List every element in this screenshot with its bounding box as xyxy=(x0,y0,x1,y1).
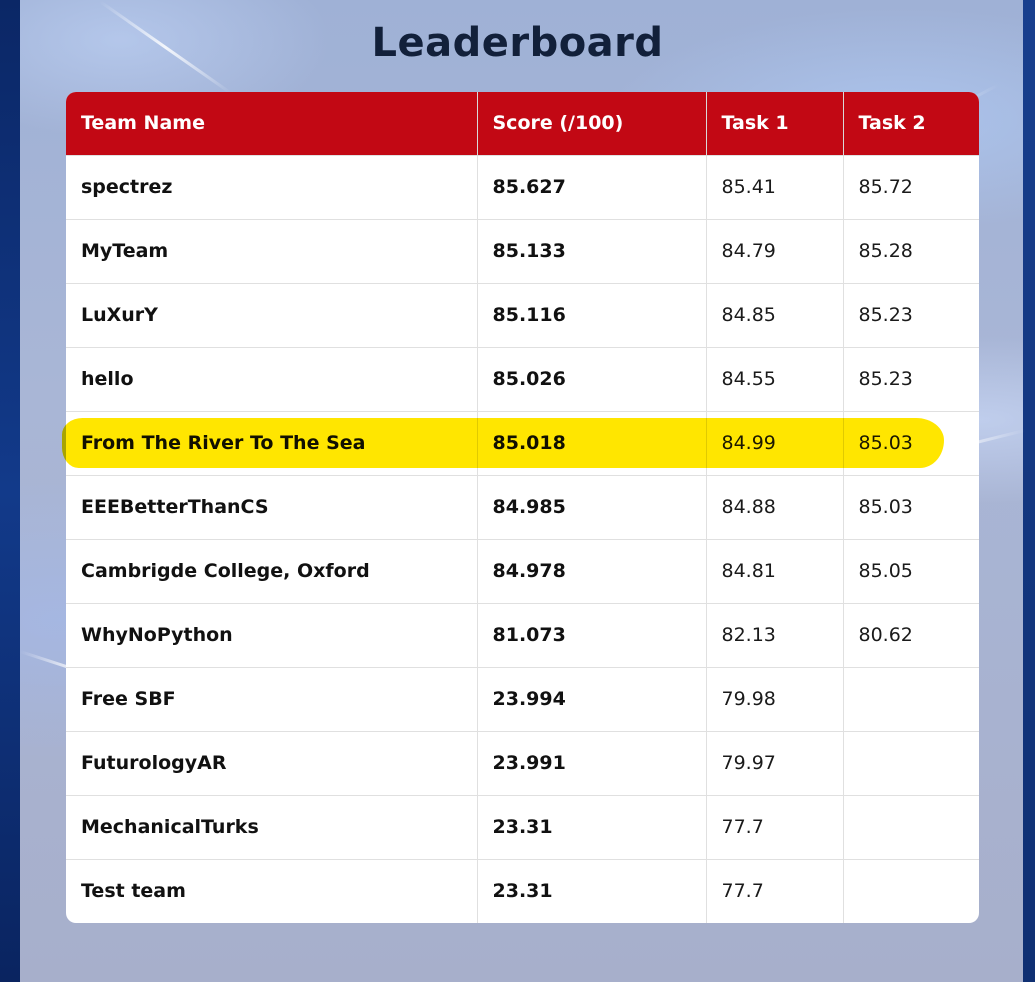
task-1-cell: 79.98 xyxy=(706,666,844,731)
table-row: FuturologyAR 23.991 79.97 xyxy=(66,730,979,795)
task-2-cell: 85.05 xyxy=(843,538,979,603)
team-name-cell: WhyNoPython xyxy=(66,602,478,667)
task-1-cell: 77.7 xyxy=(706,858,844,923)
score-cell: 23.994 xyxy=(477,666,707,731)
task-2-cell: 85.72 xyxy=(843,154,979,219)
table-row: From The River To The Sea 85.018 84.99 85.0… xyxy=(66,410,979,475)
task-1-cell: 77.7 xyxy=(706,794,844,859)
score-cell: 23.31 xyxy=(477,794,707,859)
task-1-cell: 84.79 xyxy=(706,218,844,283)
table-header-row: Team Name Score (/100) Task 1 Task 2 xyxy=(66,92,979,155)
task-2-cell: 85.23 xyxy=(843,282,979,347)
score-cell: 85.018 xyxy=(477,410,707,475)
score-cell: 84.985 xyxy=(477,474,707,539)
team-name-cell: Free SBF xyxy=(66,666,478,731)
team-name-cell: From The River To The Sea xyxy=(66,410,478,475)
task-1-cell: 85.41 xyxy=(706,154,844,219)
table-row: MechanicalTurks 23.31 77.7 xyxy=(66,794,979,859)
leaderboard-table: Team Name Score (/100) Task 1 Task 2 spe… xyxy=(66,92,979,923)
table-row: Cambrigde College, Oxford 84.978 84.81 85.0… xyxy=(66,538,979,603)
team-name-cell: MyTeam xyxy=(66,218,478,283)
table-row: Test team 23.31 77.7 xyxy=(66,858,979,923)
team-name-cell: LuXurY xyxy=(66,282,478,347)
task-2-cell xyxy=(843,794,979,859)
table-row: spectrez 85.627 85.41 85.72 xyxy=(66,154,979,219)
table-row: MyTeam 85.133 84.79 85.28 xyxy=(66,218,979,283)
task-2-cell: 85.03 xyxy=(843,474,979,539)
team-name-cell: Cambrigde College, Oxford xyxy=(66,538,478,603)
table-row: Free SBF 23.994 79.98 xyxy=(66,666,979,731)
task-2-cell: 85.28 xyxy=(843,218,979,283)
header-score[interactable]: Score (/100) xyxy=(477,92,707,155)
task-1-cell: 84.85 xyxy=(706,282,844,347)
score-cell: 85.026 xyxy=(477,346,707,411)
task-1-cell: 82.13 xyxy=(706,602,844,667)
team-name-cell: hello xyxy=(66,346,478,411)
table-row: hello 85.026 84.55 85.23 xyxy=(66,346,979,411)
header-task-2[interactable]: Task 2 xyxy=(843,92,979,155)
task-2-cell xyxy=(843,666,979,731)
task-1-cell: 84.81 xyxy=(706,538,844,603)
task-1-cell: 79.97 xyxy=(706,730,844,795)
table-row: WhyNoPython 81.073 82.13 80.62 xyxy=(66,602,979,667)
team-name-cell: EEEBetterThanCS xyxy=(66,474,478,539)
table-row: EEEBetterThanCS 84.985 84.88 85.03 xyxy=(66,474,979,539)
task-1-cell: 84.88 xyxy=(706,474,844,539)
leaderboard-table-container: Team Name Score (/100) Task 1 Task 2 spe… xyxy=(66,92,979,923)
score-cell: 85.116 xyxy=(477,282,707,347)
score-cell: 84.978 xyxy=(477,538,707,603)
page-title: Leaderboard xyxy=(371,20,664,66)
score-cell: 85.627 xyxy=(477,154,707,219)
header-team-name[interactable]: Team Name xyxy=(66,92,478,155)
team-name-cell: spectrez xyxy=(66,154,478,219)
task-2-cell xyxy=(843,858,979,923)
header-task-1[interactable]: Task 1 xyxy=(706,92,844,155)
table-row: LuXurY 85.116 84.85 85.23 xyxy=(66,282,979,347)
background-edge-right xyxy=(1023,0,1035,982)
score-cell: 81.073 xyxy=(477,602,707,667)
task-2-cell: 80.62 xyxy=(843,602,979,667)
task-2-cell xyxy=(843,730,979,795)
score-cell: 23.991 xyxy=(477,730,707,795)
team-name-cell: Test team xyxy=(66,858,478,923)
team-name-cell: MechanicalTurks xyxy=(66,794,478,859)
score-cell: 23.31 xyxy=(477,858,707,923)
task-1-cell: 84.55 xyxy=(706,346,844,411)
task-1-cell: 84.99 xyxy=(706,410,844,475)
team-name-cell: FuturologyAR xyxy=(66,730,478,795)
background-edge-left xyxy=(0,0,20,982)
score-cell: 85.133 xyxy=(477,218,707,283)
task-2-cell: 85.23 xyxy=(843,346,979,411)
task-2-cell: 85.03 xyxy=(843,410,979,475)
